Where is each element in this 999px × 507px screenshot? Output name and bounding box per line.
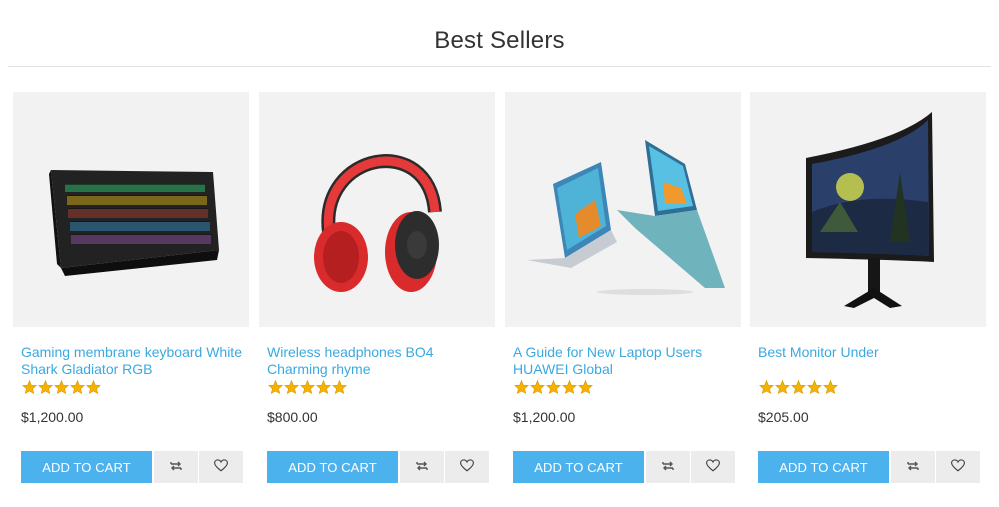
product-price: $1,200.00	[21, 409, 84, 425]
compare-icon	[661, 460, 675, 475]
compare-button[interactable]	[646, 451, 690, 483]
heart-icon	[213, 459, 229, 475]
star-icon	[546, 379, 561, 395]
heart-icon	[950, 459, 966, 475]
compare-button[interactable]	[400, 451, 444, 483]
product-card: Wireless headphones BO4 Charming rhyme $…	[259, 92, 495, 492]
rating-stars	[759, 379, 838, 395]
add-to-cart-button[interactable]: ADD TO CART	[758, 451, 889, 483]
add-to-cart-button[interactable]: ADD TO CART	[21, 451, 152, 483]
star-icon	[514, 379, 529, 395]
star-icon	[807, 379, 822, 395]
section-title: Best Sellers	[434, 27, 565, 54]
star-icon	[562, 379, 577, 395]
wishlist-button[interactable]	[199, 451, 243, 483]
add-to-cart-button[interactable]: ADD TO CART	[267, 451, 398, 483]
wishlist-button[interactable]	[691, 451, 735, 483]
product-name[interactable]: Wireless headphones BO4 Charming rhyme	[267, 344, 489, 377]
rating-stars	[268, 379, 347, 395]
product-price: $205.00	[758, 409, 809, 425]
laptops-image	[527, 140, 725, 295]
star-icon	[578, 379, 593, 395]
heart-icon	[459, 459, 475, 475]
product-name[interactable]: Best Monitor Under	[758, 344, 980, 361]
product-image-monitor[interactable]	[750, 92, 986, 327]
wishlist-button[interactable]	[936, 451, 980, 483]
star-icon	[530, 379, 545, 395]
product-price: $800.00	[267, 409, 318, 425]
product-name[interactable]: A Guide for New Laptop Users HUAWEI Glob…	[513, 344, 735, 377]
star-icon	[823, 379, 838, 395]
product-image-keyboard[interactable]	[13, 92, 249, 327]
product-card: Best Monitor Under $205.00 ADD TO CART	[750, 92, 986, 492]
star-icon	[70, 379, 85, 395]
product-name[interactable]: Gaming membrane keyboard White Shark Gla…	[21, 344, 243, 377]
star-icon	[316, 379, 331, 395]
star-icon	[775, 379, 790, 395]
heart-icon	[705, 459, 721, 475]
product-image-headphones[interactable]	[259, 92, 495, 327]
compare-icon	[906, 460, 920, 475]
star-icon	[791, 379, 806, 395]
compare-icon	[415, 460, 429, 475]
wishlist-button[interactable]	[445, 451, 489, 483]
headphones-image	[314, 154, 442, 292]
star-icon	[22, 379, 37, 395]
add-to-cart-button[interactable]: ADD TO CART	[513, 451, 644, 483]
compare-icon	[169, 460, 183, 475]
product-price: $1,200.00	[513, 409, 576, 425]
title-divider	[8, 66, 991, 67]
star-icon	[38, 379, 53, 395]
star-icon	[284, 379, 299, 395]
product-card: A Guide for New Laptop Users HUAWEI Glob…	[505, 92, 741, 492]
star-icon	[300, 379, 315, 395]
monitor-image	[806, 112, 934, 308]
rating-stars	[22, 379, 101, 395]
keyboard-image	[49, 170, 219, 276]
star-icon	[332, 379, 347, 395]
star-icon	[268, 379, 283, 395]
star-icon	[54, 379, 69, 395]
compare-button[interactable]	[154, 451, 198, 483]
product-card: Gaming membrane keyboard White Shark Gla…	[13, 92, 249, 492]
star-icon	[759, 379, 774, 395]
star-icon	[86, 379, 101, 395]
compare-button[interactable]	[891, 451, 935, 483]
rating-stars	[514, 379, 593, 395]
product-image-laptops[interactable]	[505, 92, 741, 327]
